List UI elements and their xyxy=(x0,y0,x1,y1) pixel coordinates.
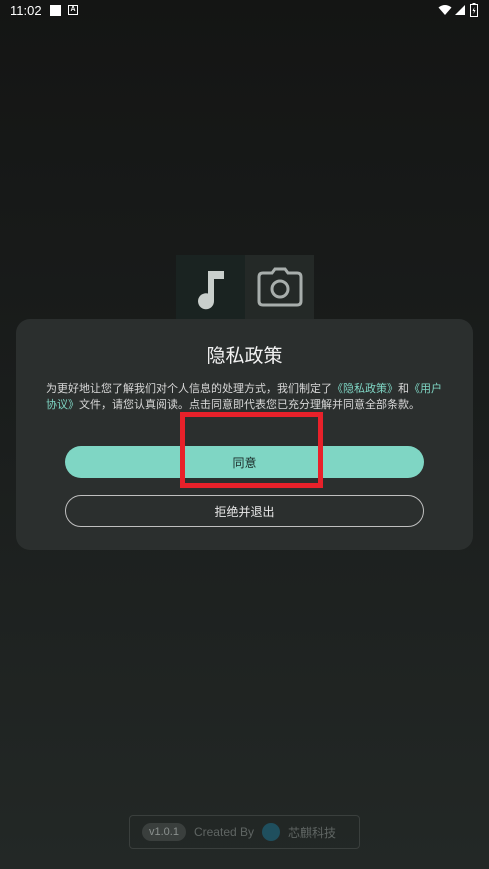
signal-icon xyxy=(455,5,465,15)
highlight-annotation-box xyxy=(180,412,323,488)
dialog-title: 隐私政策 xyxy=(206,345,283,367)
status-time: 11:02 xyxy=(10,3,42,18)
privacy-policy-link[interactable]: 《隐私政策》 xyxy=(332,382,398,395)
notification-square-icon xyxy=(50,5,61,16)
body-text-part1: 为更好地让您了解我们对个人信息的处理方式，我们制定了 xyxy=(46,382,332,395)
body-text-and: 和 xyxy=(398,382,409,395)
battery-icon xyxy=(470,3,478,17)
refuse-and-exit-button[interactable]: 拒绝并退出 xyxy=(65,495,424,527)
status-bar: 11:02 A xyxy=(0,0,489,22)
created-by-label: Created By xyxy=(193,825,254,839)
background-app-icons xyxy=(176,255,314,325)
body-text-part2: 文件，请您认真阅读。点击同意即代表您已充分理解并同意全部条款。 xyxy=(79,398,420,411)
camera-tile xyxy=(245,255,314,325)
company-name: 芯麒科技 xyxy=(288,825,337,840)
version-badge: v1.0.1 xyxy=(142,823,186,841)
music-note-icon xyxy=(197,271,224,310)
wifi-icon xyxy=(438,5,452,15)
notification-a-icon: A xyxy=(68,5,78,15)
camera-icon xyxy=(257,267,302,307)
dialog-body: 为更好地让您了解我们对个人信息的处理方式，我们制定了《隐私政策》和《用户协议》文… xyxy=(46,381,446,413)
company-logo-icon xyxy=(262,823,280,841)
music-tile xyxy=(176,255,245,325)
footer-credits: v1.0.1 Created By 芯麒科技 xyxy=(129,815,360,849)
